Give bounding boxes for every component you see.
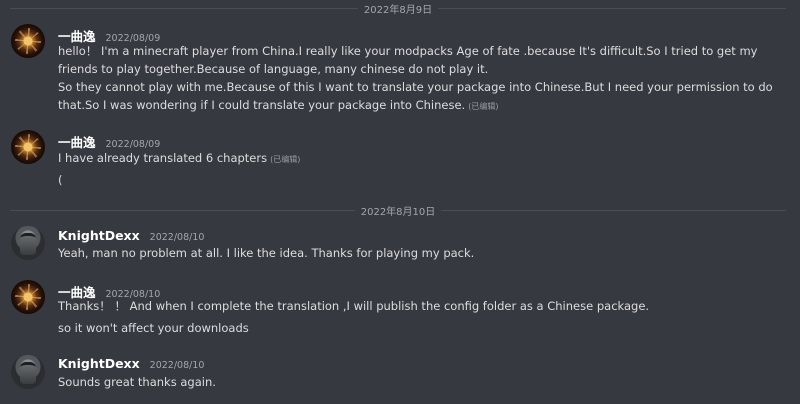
message-text: Thanks！ ！ And when I complete the transl… xyxy=(58,299,650,313)
avatar[interactable] xyxy=(11,24,45,58)
message-text: Sounds great thanks again. xyxy=(58,375,216,389)
message-header: KnightDexx 2022/08/10 xyxy=(58,356,204,371)
message-text-content: I have already translated 6 chapters xyxy=(58,151,268,165)
date-divider: 2022年8月10日 xyxy=(10,203,787,218)
date-divider: 2022年8月9日 xyxy=(10,1,786,16)
avatar[interactable] xyxy=(11,226,45,260)
divider-line xyxy=(10,209,355,211)
divider-date-label: 2022年8月9日 xyxy=(363,4,433,16)
avatar[interactable] xyxy=(11,355,45,389)
message-text: hello！ I'm a minecraft player from China… xyxy=(58,44,758,58)
edited-label: (已编辑) xyxy=(468,102,499,111)
author-name[interactable]: KnightDexx xyxy=(58,228,140,243)
divider-line xyxy=(441,209,787,211)
avatar[interactable] xyxy=(11,130,45,164)
divider-line xyxy=(10,7,358,9)
message-text: I have already translated 6 chapters (已编辑… xyxy=(58,149,300,169)
avatar[interactable] xyxy=(11,280,45,314)
message-text: Yeah, man no problem at all. I like the … xyxy=(58,246,475,260)
message-header: KnightDexx 2022/08/10 xyxy=(58,228,204,243)
message-timestamp: 2022/08/10 xyxy=(149,360,205,371)
message-text: friends to play together.Because of lang… xyxy=(58,62,489,76)
divider-line xyxy=(438,7,786,9)
message-timestamp: 2022/08/10 xyxy=(149,232,205,243)
message-text: so it won't affect your downloads xyxy=(58,321,249,335)
message-text: that.So I was wondering if I could trans… xyxy=(58,96,498,116)
author-name[interactable]: KnightDexx xyxy=(58,356,140,371)
message-text: ( xyxy=(58,173,63,187)
edited-label: (已编辑) xyxy=(270,155,301,164)
message-text-content: that.So I was wondering if I could trans… xyxy=(58,98,466,112)
divider-date-label: 2022年8月10日 xyxy=(360,206,436,218)
message-text: So they cannot play with me.Because of t… xyxy=(58,80,773,94)
